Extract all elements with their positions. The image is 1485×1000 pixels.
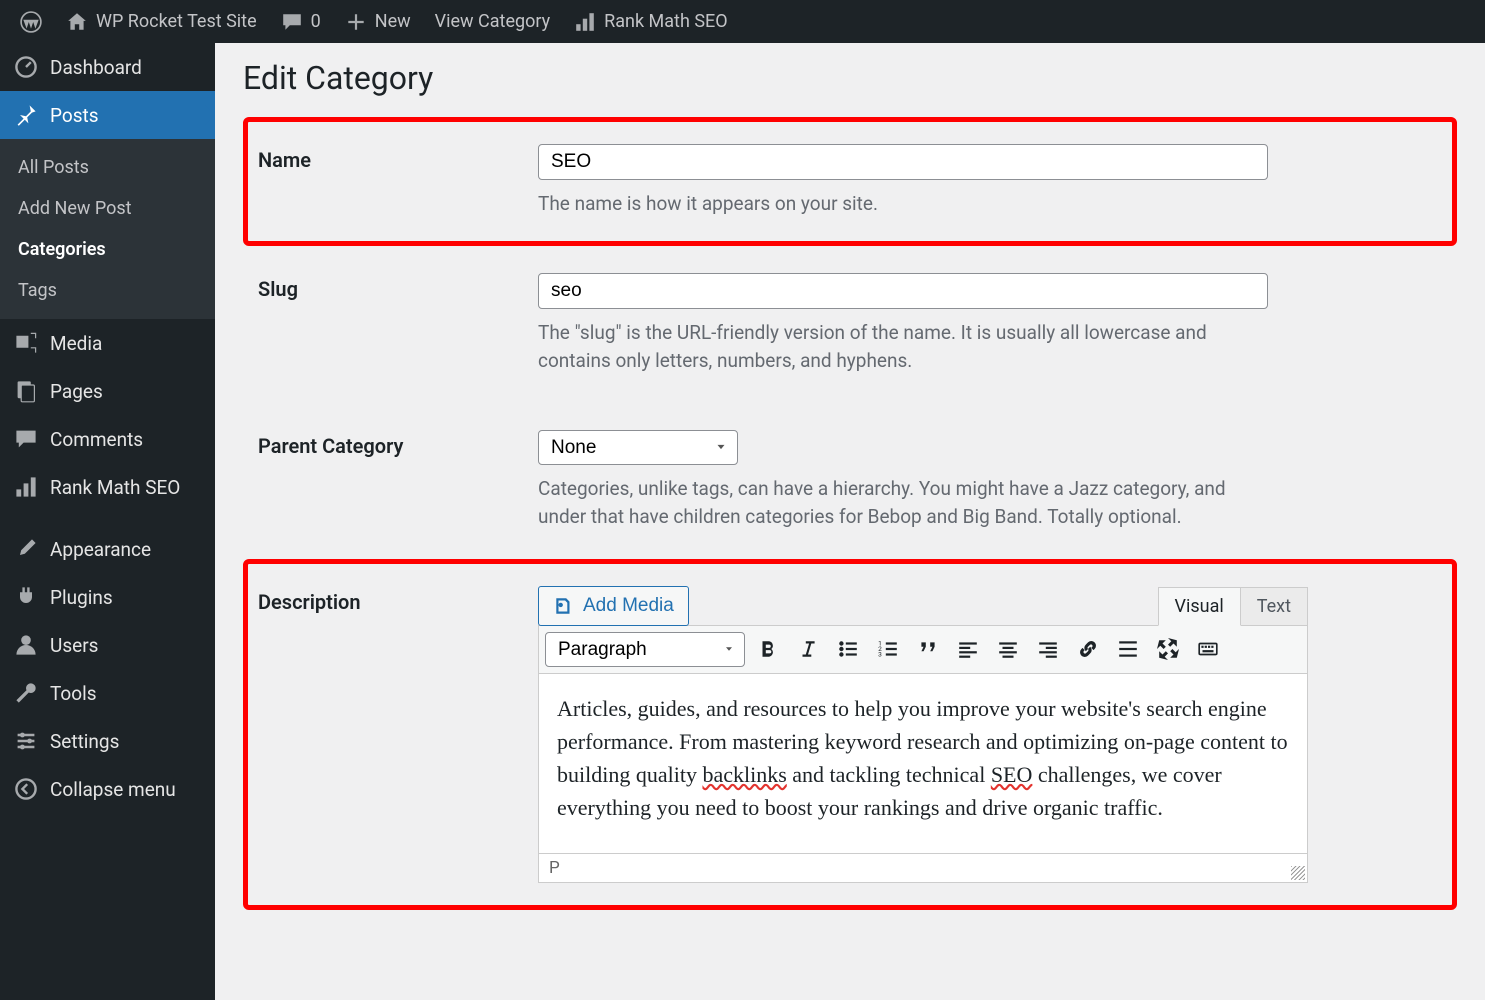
- admin-toolbar: WP Rocket Test Site 0 New View Category …: [0, 0, 1485, 43]
- new-label: New: [375, 11, 411, 32]
- resize-handle[interactable]: [1291, 866, 1305, 880]
- editor-statusbar: P: [538, 854, 1308, 883]
- submenu-tags[interactable]: Tags: [0, 270, 215, 311]
- submenu-categories[interactable]: Categories: [0, 229, 215, 270]
- wp-logo[interactable]: [8, 0, 54, 43]
- align-left-button[interactable]: [951, 632, 985, 666]
- name-input[interactable]: [538, 144, 1268, 180]
- description-row: Description Add Media Visual Text Paragr…: [243, 559, 1457, 910]
- description-label: Description: [258, 586, 538, 883]
- name-description: The name is how it appears on your site.: [538, 190, 1238, 219]
- align-right-icon: [1037, 638, 1059, 660]
- wordpress-icon: [20, 11, 42, 33]
- rank-math-link[interactable]: Rank Math SEO: [562, 0, 740, 43]
- format-select[interactable]: Paragraph: [545, 632, 745, 667]
- quote-icon: [917, 638, 939, 660]
- parent-description: Categories, unlike tags, can have a hier…: [538, 475, 1238, 532]
- align-right-button[interactable]: [1031, 632, 1065, 666]
- link-icon: [1077, 638, 1099, 660]
- slug-description: The "slug" is the URL-friendly version o…: [538, 319, 1238, 376]
- sidebar-item-pages[interactable]: Pages: [0, 367, 215, 415]
- sliders-icon: [14, 729, 38, 753]
- ordered-list-button[interactable]: 123: [871, 632, 905, 666]
- site-title: WP Rocket Test Site: [96, 11, 257, 32]
- element-path[interactable]: P: [549, 858, 560, 878]
- name-label: Name: [258, 144, 538, 219]
- comments-link[interactable]: 0: [269, 0, 333, 43]
- page-title: Edit Category: [243, 59, 1457, 97]
- bullet-list-icon: [837, 638, 859, 660]
- user-icon: [14, 633, 38, 657]
- slug-label: Slug: [258, 273, 538, 376]
- submenu-add-new[interactable]: Add New Post: [0, 188, 215, 229]
- align-left-icon: [957, 638, 979, 660]
- comment-icon: [14, 427, 38, 451]
- add-media-button[interactable]: Add Media: [538, 586, 689, 626]
- fullscreen-button[interactable]: [1151, 632, 1185, 666]
- comments-count: 0: [311, 11, 321, 32]
- sidebar-item-tools[interactable]: Tools: [0, 669, 215, 717]
- brush-icon: [14, 537, 38, 561]
- sidebar-item-appearance[interactable]: Appearance: [0, 525, 215, 573]
- sidebar-item-dashboard[interactable]: Dashboard: [0, 43, 215, 91]
- collapse-icon: [14, 777, 38, 801]
- sidebar-item-media[interactable]: Media: [0, 319, 215, 367]
- main-content: Edit Category Name The name is how it ap…: [215, 43, 1485, 926]
- parent-label: Parent Category: [258, 430, 538, 532]
- plug-icon: [14, 585, 38, 609]
- italic-icon: [797, 638, 819, 660]
- submenu-all-posts[interactable]: All Posts: [0, 147, 215, 188]
- media-icon: [553, 595, 575, 617]
- view-category-link[interactable]: View Category: [423, 0, 562, 43]
- spellcheck-word: backlinks: [702, 762, 786, 787]
- align-center-button[interactable]: [991, 632, 1025, 666]
- toolbar-toggle-button[interactable]: [1191, 632, 1225, 666]
- collapse-menu[interactable]: Collapse menu: [0, 765, 215, 813]
- fullscreen-icon: [1157, 638, 1179, 660]
- name-row: Name The name is how it appears on your …: [243, 117, 1457, 246]
- sidebar-item-settings[interactable]: Settings: [0, 717, 215, 765]
- home-icon: [66, 11, 88, 33]
- bar-chart-icon: [14, 475, 38, 499]
- sidebar-item-users[interactable]: Users: [0, 621, 215, 669]
- tab-visual[interactable]: Visual: [1158, 587, 1241, 626]
- align-center-icon: [997, 638, 1019, 660]
- bullet-list-button[interactable]: [831, 632, 865, 666]
- slug-row: Slug The "slug" is the URL-friendly vers…: [243, 246, 1457, 403]
- new-content[interactable]: New: [333, 0, 423, 43]
- spellcheck-word: SEO: [991, 762, 1033, 787]
- plus-icon: [345, 11, 367, 33]
- tab-text[interactable]: Text: [1241, 587, 1308, 626]
- sidebar-item-rank-math[interactable]: Rank Math SEO: [0, 463, 215, 511]
- link-button[interactable]: [1071, 632, 1105, 666]
- svg-text:3: 3: [878, 651, 882, 659]
- editor-toolbar: Paragraph 123: [538, 625, 1308, 674]
- keyboard-icon: [1197, 638, 1219, 660]
- comment-icon: [281, 11, 303, 33]
- admin-sidebar: Dashboard Posts All Posts Add New Post C…: [0, 43, 215, 1000]
- pages-icon: [14, 379, 38, 403]
- italic-button[interactable]: [791, 632, 825, 666]
- site-name[interactable]: WP Rocket Test Site: [54, 0, 269, 43]
- more-icon: [1117, 638, 1139, 660]
- ordered-list-icon: 123: [877, 638, 899, 660]
- bold-button[interactable]: [751, 632, 785, 666]
- wysiwyg-editor: Add Media Visual Text Paragraph 12: [538, 586, 1308, 883]
- parent-select[interactable]: None: [538, 430, 738, 465]
- sidebar-item-comments[interactable]: Comments: [0, 415, 215, 463]
- sidebar-item-posts[interactable]: Posts: [0, 91, 215, 139]
- posts-submenu: All Posts Add New Post Categories Tags: [0, 139, 215, 319]
- insert-more-button[interactable]: [1111, 632, 1145, 666]
- quote-button[interactable]: [911, 632, 945, 666]
- sidebar-item-plugins[interactable]: Plugins: [0, 573, 215, 621]
- slug-input[interactable]: [538, 273, 1268, 309]
- bold-icon: [757, 638, 779, 660]
- pin-icon: [14, 103, 38, 127]
- parent-row: Parent Category None Categories, unlike …: [243, 403, 1457, 559]
- editor-content[interactable]: Articles, guides, and resources to help …: [538, 674, 1308, 854]
- dashboard-icon: [14, 55, 38, 79]
- media-icon: [14, 331, 38, 355]
- bar-chart-icon: [574, 11, 596, 33]
- wrench-icon: [14, 681, 38, 705]
